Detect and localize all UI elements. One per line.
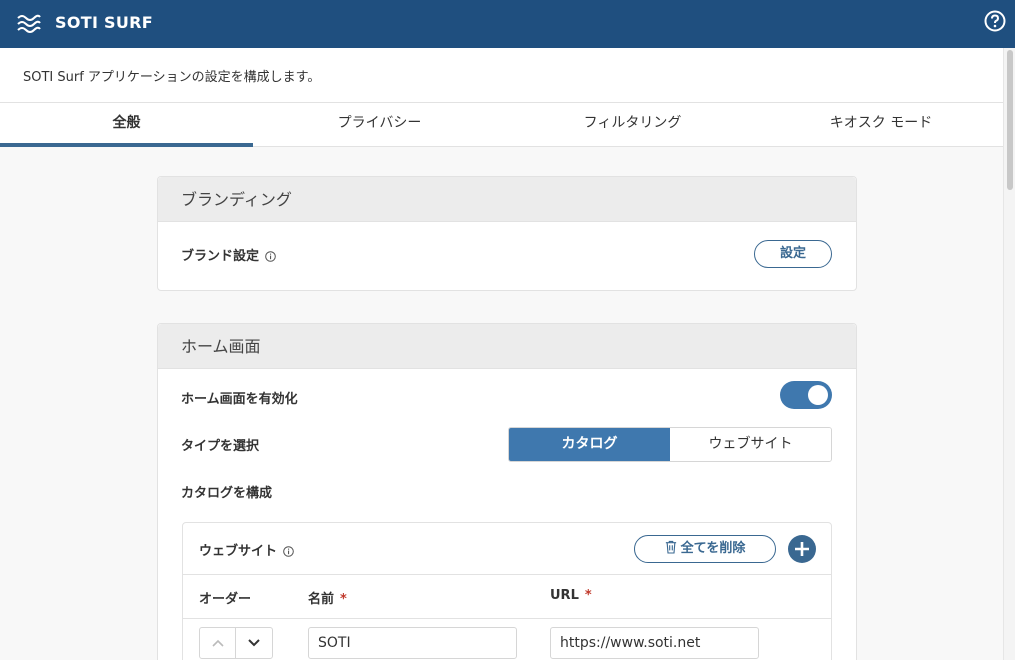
help-circle-icon[interactable] xyxy=(984,10,1006,32)
column-order: オーダー xyxy=(199,592,252,607)
tab-privacy[interactable]: プライバシー xyxy=(253,103,506,147)
vertical-scrollbar[interactable] xyxy=(1003,48,1015,660)
type-option-website[interactable]: ウェブサイト xyxy=(670,428,831,461)
app-header: SOTI SURF xyxy=(0,0,1015,48)
brand-configure-button[interactable]: 設定 xyxy=(754,240,832,268)
tab-kiosk-mode[interactable]: キオスク モード xyxy=(759,103,1003,147)
chevron-up-icon xyxy=(211,639,224,647)
select-type-label: タイプを選択 xyxy=(181,439,260,454)
column-url: URL xyxy=(550,588,579,603)
scrollbar-thumb[interactable] xyxy=(1007,50,1013,190)
page-description: SOTI Surf アプリケーションの設定を構成します。 xyxy=(0,48,1003,103)
website-name-input[interactable]: SOTI xyxy=(308,627,517,659)
website-url-input[interactable]: https://www.soti.net xyxy=(550,627,759,659)
type-option-catalog[interactable]: カタログ xyxy=(509,428,670,461)
order-stepper xyxy=(199,627,273,659)
info-icon[interactable] xyxy=(283,546,294,557)
page-description-text: SOTI Surf アプリケーションの設定を構成します。 xyxy=(23,70,321,85)
required-mark: * xyxy=(584,588,592,603)
plus-icon xyxy=(795,542,809,556)
add-website-button[interactable] xyxy=(788,535,816,563)
enable-home-screen-toggle[interactable] xyxy=(780,381,832,409)
column-name: 名前 xyxy=(308,592,335,607)
enable-home-screen-label: ホーム画面を有効化 xyxy=(181,392,298,407)
app-title: SOTI SURF xyxy=(55,13,154,32)
websites-title-row: ウェブサイト xyxy=(199,540,294,559)
move-up-button[interactable] xyxy=(200,628,237,658)
info-icon[interactable] xyxy=(265,251,276,262)
configure-catalog-label: カタログを構成 xyxy=(181,486,273,501)
tab-general[interactable]: 全般 xyxy=(0,103,253,147)
delete-all-label: 全てを削除 xyxy=(680,541,746,556)
brand-setting-label: ブランド設定 xyxy=(181,249,260,264)
tab-filtering[interactable]: フィルタリング xyxy=(506,103,759,147)
move-down-button[interactable] xyxy=(236,628,272,658)
home-screen-title: ホーム画面 xyxy=(158,324,856,369)
websites-title: ウェブサイト xyxy=(199,544,278,559)
required-mark: * xyxy=(340,592,347,607)
branding-title: ブランディング xyxy=(158,177,856,222)
brand-setting-row: ブランド設定 xyxy=(181,245,276,264)
tab-bar: 全般 プライバシー フィルタリング キオスク モード xyxy=(0,103,1003,147)
column-url-header: URL * xyxy=(550,588,592,603)
home-screen-card: ホーム画面 ホーム画面を有効化 タイプを選択 カタログ ウェブサイト カタログを… xyxy=(157,323,857,660)
websites-panel: ウェブサイト 全てを削除 オーダー 名前 * URL * SOTI https:… xyxy=(182,522,832,660)
waves-icon xyxy=(17,14,41,33)
delete-all-button[interactable]: 全てを削除 xyxy=(634,535,776,563)
column-name-header: 名前 * xyxy=(308,588,347,607)
websites-column-headers: オーダー 名前 * URL * xyxy=(183,575,831,619)
chevron-down-icon xyxy=(248,639,260,647)
trash-icon xyxy=(665,540,676,554)
websites-header: ウェブサイト 全てを削除 xyxy=(183,523,831,575)
toggle-knob xyxy=(808,385,828,405)
type-selector: カタログ ウェブサイト xyxy=(508,427,832,462)
branding-card: ブランディング ブランド設定 設定 xyxy=(157,176,857,291)
